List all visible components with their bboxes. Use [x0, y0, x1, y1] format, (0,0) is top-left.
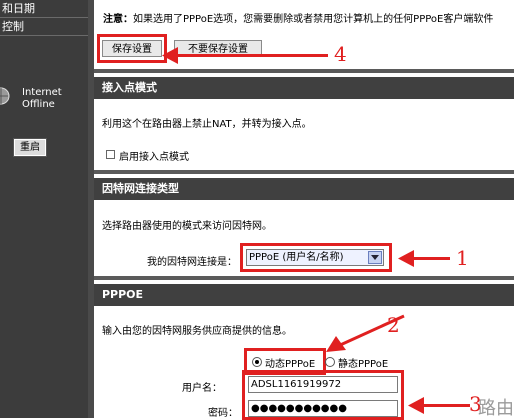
internet-status: Internet Offline — [22, 87, 62, 111]
section-divider — [94, 170, 514, 174]
ap-mode-description: 利用这个在路由器上禁止NAT，并转为接入点。 — [102, 119, 312, 130]
pppoe-header: PPPOE — [94, 284, 514, 306]
notice-label: 注意： — [103, 14, 133, 25]
section-divider — [94, 69, 514, 73]
static-pppoe-label: 静态PPPoE — [338, 359, 389, 370]
arrow-head-1-icon — [398, 250, 414, 267]
conn-type-header: 因特网连接类型 — [94, 178, 514, 200]
main-content: 注意：如果选用了PPPoE选项，您需要删除或者禁用您计算机上的任何PPPoE客户… — [94, 0, 514, 420]
highlight-box-select — [240, 243, 392, 272]
annotation-2: 2 — [387, 313, 400, 337]
static-pppoe-radio[interactable] — [325, 357, 335, 367]
annotation-1: 1 — [456, 246, 469, 270]
reboot-button[interactable]: 重启 — [14, 139, 46, 156]
dynamic-pppoe-label: 动态PPPoE — [265, 359, 316, 370]
arrow-line-3 — [422, 404, 470, 407]
ap-mode-header: 接入点模式 — [94, 77, 514, 99]
section-divider — [94, 276, 514, 280]
pppoe-description: 输入由您的因特网服务供应商提供的信息。 — [102, 326, 292, 337]
annotation-4: 4 — [334, 42, 347, 66]
password-label: 密码： — [208, 408, 238, 419]
ap-mode-checkbox[interactable] — [106, 150, 115, 159]
arrow-head-4-icon — [162, 47, 178, 64]
arrow-head-3-icon — [408, 397, 424, 414]
notice: 注意：如果选用了PPPoE选项，您需要删除或者禁用您计算机上的任何PPPoE客户… — [103, 10, 493, 25]
notice-text: 如果选用了PPPoE选项，您需要删除或者禁用您计算机上的任何PPPoE客户端软件 — [133, 14, 494, 25]
highlight-box-credentials — [242, 370, 404, 420]
sidebar-item-control[interactable]: 控制 — [0, 18, 88, 36]
conn-type-label: 我的因特网连接是： — [147, 257, 237, 268]
arrow-line-4 — [174, 54, 328, 57]
sidebar: 和日期 控制 Internet Offline 重启 — [0, 0, 88, 418]
status-line-2: Offline — [22, 99, 55, 110]
dynamic-pppoe-radio[interactable] — [252, 357, 262, 367]
status-line-1: Internet — [22, 87, 62, 98]
username-label: 用户名： — [182, 383, 222, 394]
watermark: 路由网 — [478, 398, 514, 419]
globe-icon — [0, 87, 10, 105]
highlight-box-save — [97, 34, 167, 63]
arrow-line-1 — [412, 257, 450, 260]
conn-type-description: 选择路由器使用的模式来访问因特网。 — [102, 221, 272, 232]
sidebar-item-date[interactable]: 和日期 — [0, 0, 88, 18]
ap-mode-checkbox-label: 启用接入点模式 — [119, 152, 189, 163]
